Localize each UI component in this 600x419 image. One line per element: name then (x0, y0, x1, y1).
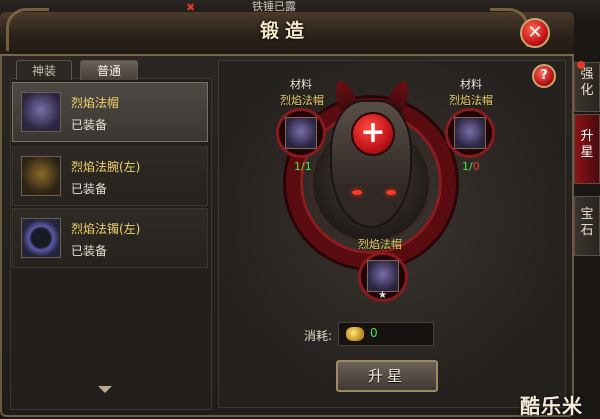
cost-label: 消耗: (304, 329, 333, 343)
item-status: 已装备 (71, 118, 108, 132)
item-status: 已装备 (71, 182, 108, 196)
list-item[interactable]: 烈焰法帽 已装备 (12, 82, 208, 142)
notification-dot-icon (577, 61, 585, 69)
side-tab-gem[interactable]: 宝石 (574, 196, 600, 256)
side-tab-star-up[interactable]: 升星 (574, 114, 600, 184)
bracelet-icon (21, 218, 61, 258)
helmet-icon (21, 92, 61, 132)
material-right-title: 材料 (460, 78, 482, 91)
gold-coin-icon (346, 327, 364, 341)
dragon-eye-right-icon (386, 190, 396, 195)
bracer-icon (21, 156, 61, 196)
star-icon: ★ (378, 290, 387, 301)
list-item[interactable]: 烈焰法腕(左) 已装备 (12, 146, 208, 206)
cost-value: 0 (370, 326, 378, 340)
side-tab-star-up-label: 升星 (580, 129, 594, 160)
scroll-down-icon[interactable] (98, 386, 112, 393)
help-button[interactable]: ? (532, 64, 556, 88)
side-tab-gem-label: 宝石 (580, 207, 594, 238)
tab-normal[interactable]: 普通 (80, 60, 138, 80)
list-item[interactable]: 烈焰法镯(左) 已装备 (12, 208, 208, 268)
material-left-title: 材料 (290, 78, 312, 91)
material-right-count: 1/0 (462, 160, 480, 173)
upgrade-star-button[interactable]: 升星 (336, 360, 438, 392)
dragon-eye-left-icon (352, 190, 362, 195)
helmet-icon (454, 117, 486, 149)
forge-screen: ✖ 铁锤已露 锻造 ✕ 神装 普通 烈焰法帽 已装备 烈焰法腕(左) 已装备 烈… (0, 0, 600, 418)
window-title: 锻造 (259, 20, 310, 42)
item-name: 烈焰法帽 (71, 96, 120, 110)
tab-divine[interactable]: 神装 (16, 60, 72, 80)
add-material-button[interactable]: + (351, 112, 395, 156)
material-left-count: 1/1 (294, 160, 312, 173)
item-name: 烈焰法镯(左) (71, 222, 141, 236)
watermark-logo: 酷乐米 (520, 394, 583, 418)
helmet-icon (367, 260, 399, 292)
title-ornament-left-icon (6, 8, 49, 51)
helmet-icon (285, 117, 317, 149)
result-name: 烈焰法帽 (358, 238, 402, 251)
material-left-name: 烈焰法帽 (280, 94, 324, 107)
item-name: 烈焰法腕(左) (71, 160, 141, 174)
close-button[interactable]: ✕ (520, 18, 550, 48)
material-right-name: 烈焰法帽 (449, 94, 493, 107)
item-status: 已装备 (71, 244, 108, 258)
side-tab-enhance[interactable]: 强化 (574, 61, 600, 112)
side-tab-enhance-label: 强化 (580, 67, 594, 98)
